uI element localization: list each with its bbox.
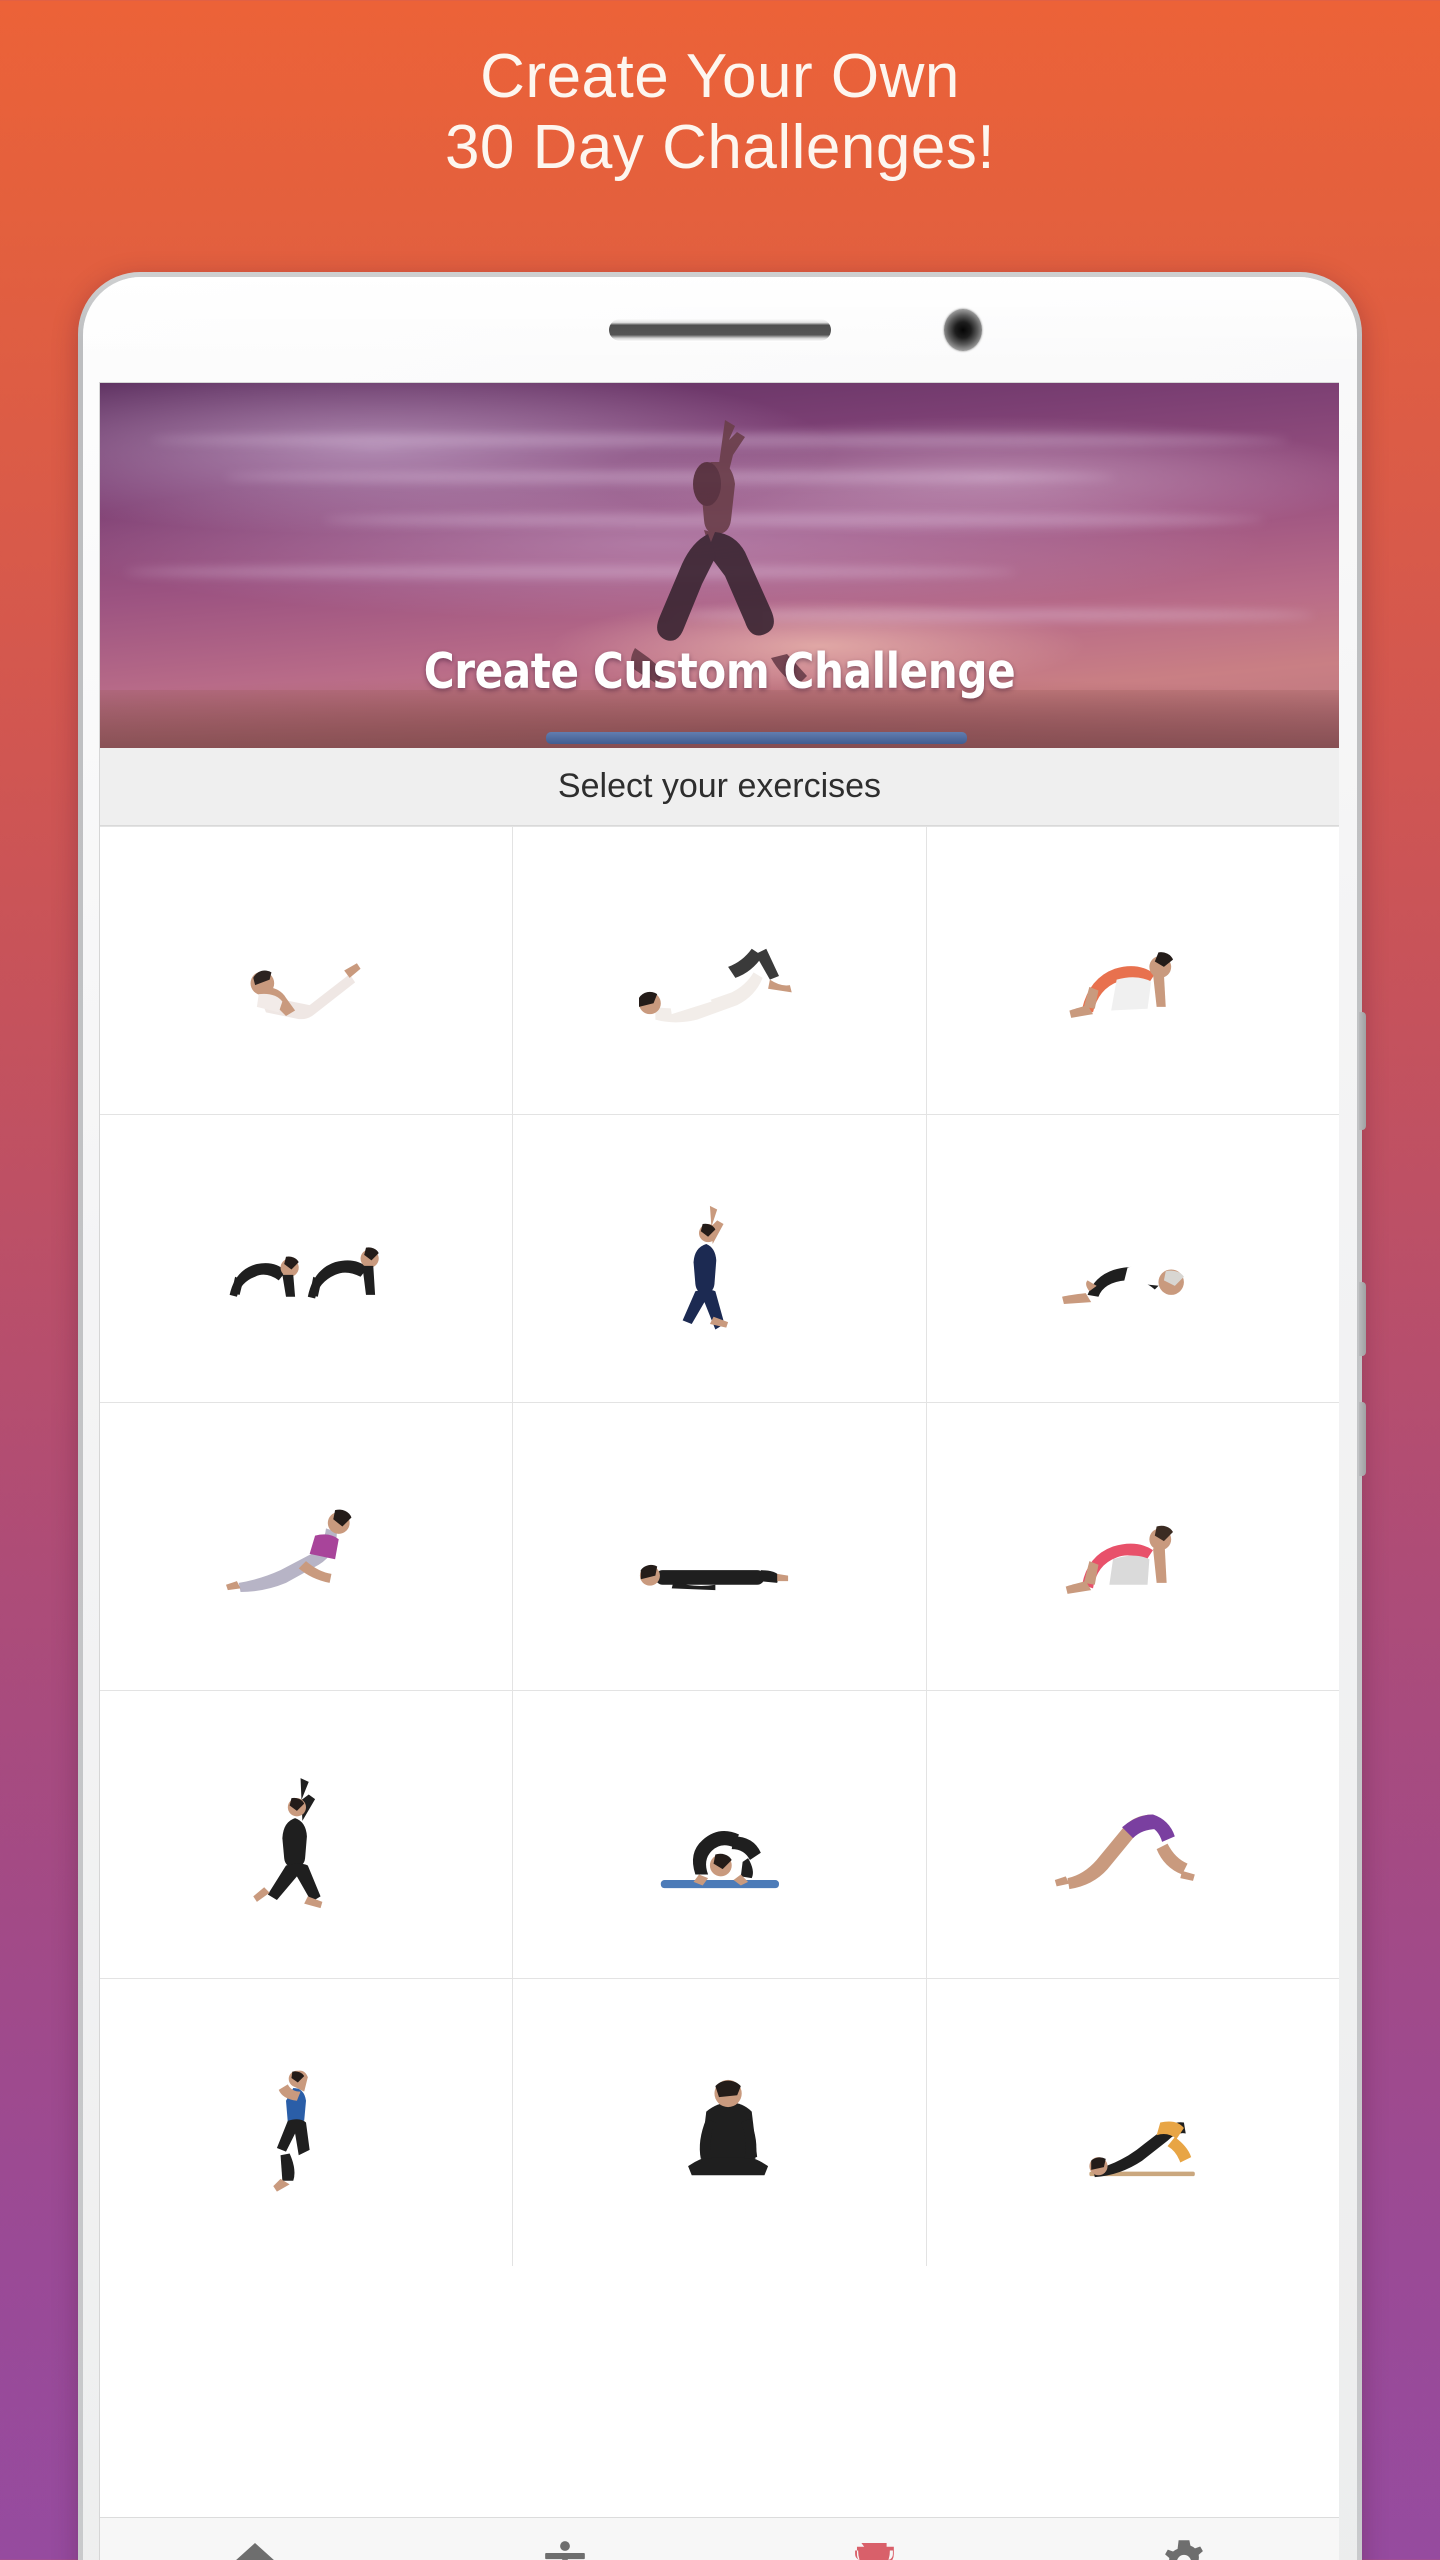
exercise-cell-high-lunge-pose[interactable] <box>100 1691 513 1978</box>
exercise-grid <box>100 826 1339 2266</box>
downward-dog-pose-icon <box>1054 1814 1195 1889</box>
bottom-navigation <box>100 2517 1339 2560</box>
hero-title: Create Custom Challenge <box>423 643 1016 700</box>
volume-down-button[interactable] <box>1359 1402 1366 1476</box>
exercise-cell-extended-puppy-pose[interactable] <box>926 1979 1339 2266</box>
exercise-cell-cat-cow-pose[interactable] <box>100 1115 513 1402</box>
exercise-cell-corpse-pose[interactable] <box>513 1403 926 1690</box>
childs-pose-icon <box>1061 1264 1184 1304</box>
exercise-cell-childs-pose[interactable] <box>926 1115 1339 1402</box>
home-icon <box>235 2543 274 2560</box>
app-screen: Create Custom Challenge Select your exer… <box>99 382 1339 2560</box>
section-header-label: Select your exercises <box>557 767 882 805</box>
hero-banner[interactable]: Create Custom Challenge <box>100 383 1339 748</box>
power-button[interactable] <box>1359 1012 1366 1130</box>
easy-seated-pose-icon <box>688 2079 769 2175</box>
volume-up-button[interactable] <box>1359 1282 1366 1356</box>
cow-pose-icon <box>1065 1525 1173 1594</box>
exercise-cell-bridge-pose[interactable] <box>513 827 926 1114</box>
crow-pose-icon <box>661 1830 780 1888</box>
bridge-pose-icon <box>639 948 793 1022</box>
cloud-streak <box>124 565 1017 578</box>
crescent-lunge-pose-icon <box>683 1205 729 1329</box>
high-lunge-pose-icon <box>253 1777 323 1908</box>
exercise-cell-cobra-pose[interactable] <box>100 1403 513 1690</box>
nav-item-settings[interactable] <box>1029 2518 1339 2560</box>
nav-item-exercises[interactable] <box>410 2518 720 2560</box>
phone-body: Create Custom Challenge Select your exer… <box>83 277 1357 2560</box>
headline-line-2: 30 Day Challenges! <box>444 112 996 182</box>
extended-puppy-pose-icon <box>1089 2121 1195 2177</box>
corpse-pose-icon <box>640 1564 789 1590</box>
phone-mockup: Create Custom Challenge Select your exer… <box>78 272 1366 2560</box>
earpiece-speaker <box>609 319 831 341</box>
headline-line-1: Create Your Own <box>480 42 960 111</box>
exercise-cell-cat-pose[interactable] <box>926 827 1339 1114</box>
eagle-pose-icon <box>273 2070 310 2192</box>
exercise-cell-eagle-pose[interactable] <box>100 1979 513 2266</box>
exercise-cell-crow-pose[interactable] <box>513 1691 926 1978</box>
exercise-cell-crescent-lunge-pose[interactable] <box>513 1115 926 1402</box>
exercise-cell-boat-pose[interactable] <box>100 827 513 1114</box>
section-header: Select your exercises <box>100 748 1339 826</box>
boat-pose-icon <box>250 962 361 1019</box>
gear-icon <box>1165 2540 1204 2560</box>
cobra-pose-icon <box>226 1509 352 1592</box>
nav-item-challenges[interactable] <box>720 2518 1030 2560</box>
nav-item-home[interactable] <box>100 2518 410 2560</box>
exercise-cell-downward-dog-pose[interactable] <box>926 1691 1339 1978</box>
cat-pose-icon <box>1069 951 1173 1018</box>
trophy-icon <box>855 2543 895 2560</box>
front-camera <box>944 309 982 351</box>
promo-headline: Create Your Own 30 Day Challenges! <box>0 42 1440 182</box>
exercise-cell-cow-pose[interactable] <box>926 1403 1339 1690</box>
cat-cow-pose-icon <box>229 1246 379 1299</box>
person-icon <box>544 2541 585 2560</box>
exercise-cell-easy-seated-pose[interactable] <box>513 1979 926 2266</box>
